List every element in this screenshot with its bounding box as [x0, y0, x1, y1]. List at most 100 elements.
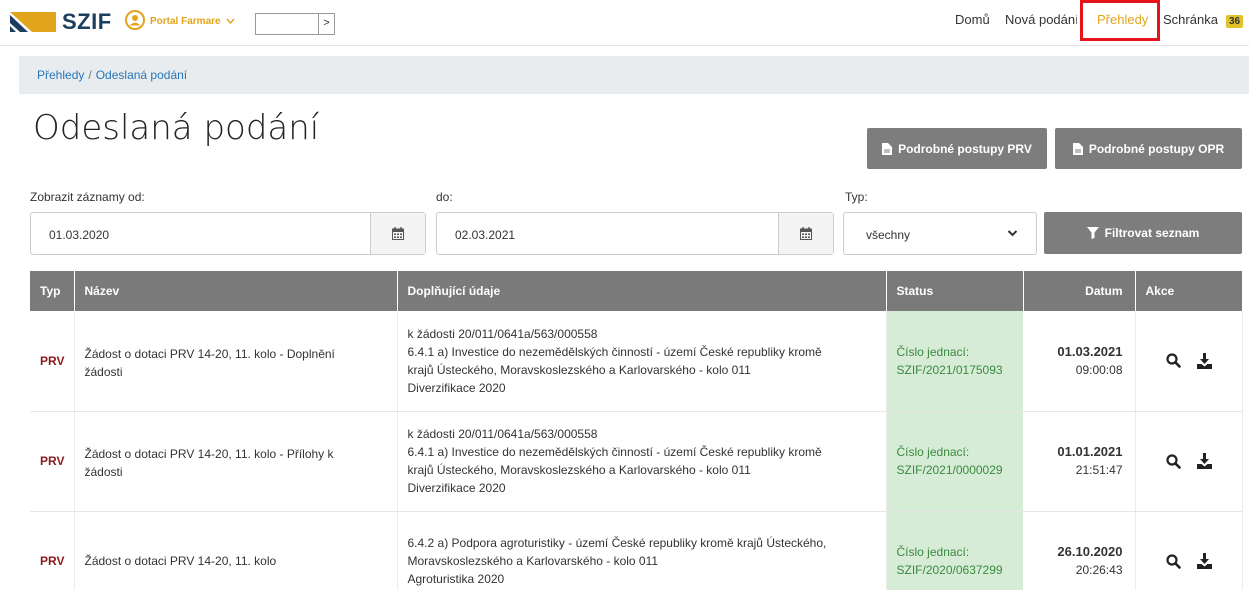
inbox-count-badge: 36 — [1226, 15, 1244, 28]
search-icon[interactable] — [1165, 553, 1181, 569]
row-type: PRV — [30, 311, 75, 412]
nav-new-submission[interactable]: Nová podání — [1005, 12, 1077, 27]
row-date-value: 01.03.2021 — [1057, 343, 1123, 359]
row-status: Číslo jednací: SZIF/2020/0637299 — [886, 511, 1024, 590]
row-date: 01.03.2021 09:00:08 — [1023, 311, 1136, 412]
to-date-field[interactable]: 02.03.2021 — [436, 212, 834, 255]
download-icon[interactable] — [1196, 553, 1212, 569]
search-icon[interactable] — [1165, 453, 1181, 469]
row-detail-line: Agroturistika 2020 — [407, 572, 505, 586]
row-status-value: SZIF/2020/0637299 — [896, 563, 1003, 577]
breadcrumb-current[interactable]: Odeslaná podání — [96, 68, 187, 82]
chevron-down-icon — [226, 18, 235, 24]
row-date: 01.01.2021 21:51:47 — [1023, 411, 1136, 512]
row-time-value: 09:00:08 — [1075, 362, 1123, 377]
quick-search-input[interactable] — [256, 14, 318, 34]
row-date-value: 01.01.2021 — [1057, 444, 1123, 459]
table-row: PRV Žádost o dotaci PRV 14-20, 11. kolo … — [30, 311, 1243, 412]
column-header-name[interactable]: Název — [74, 271, 398, 311]
filter-list-button[interactable]: Filtrovat seznam — [1044, 212, 1242, 254]
opr-procedures-label: Podrobné postupy OPR — [1088, 141, 1225, 156]
portal-label: Portal Farmare — [150, 16, 221, 27]
table-row: PRV Žádost o dotaci PRV 14-20, 11. kolo … — [30, 511, 1243, 590]
row-time-value: 20:26:43 — [1075, 563, 1123, 577]
row-detail-line: k žádosti 20/011/0641a/563/000558 — [407, 326, 598, 341]
from-label: Zobrazit záznamy od: — [30, 190, 145, 204]
download-icon[interactable] — [1196, 453, 1212, 469]
row-name: Žádost o dotaci PRV 14-20, 11. kolo — [74, 511, 398, 590]
row-status: Číslo jednací: SZIF/2021/0000029 — [886, 411, 1024, 512]
row-name: Žádost o dotaci PRV 14-20, 11. kolo - Př… — [74, 411, 398, 512]
row-date: 26.10.2020 20:26:43 — [1023, 511, 1136, 590]
row-name-line: žádosti — [84, 465, 123, 479]
nav-overviews-highlight — [1080, 0, 1160, 41]
row-status-value: SZIF/2021/0175093 — [896, 362, 1003, 377]
row-name-line: Žádost o dotaci PRV 14-20, 11. kolo — [84, 554, 277, 568]
breadcrumb-link-overviews[interactable]: Přehledy — [37, 68, 84, 82]
from-date-field[interactable]: 01.03.2020 — [30, 212, 426, 255]
calendar-icon — [800, 227, 812, 240]
row-actions — [1135, 411, 1243, 512]
column-header-date[interactable]: Datum — [1023, 271, 1136, 311]
row-detail-line: Moravskoslezského a Karlovarského - kolo… — [407, 554, 659, 568]
row-detail-line: 6.4.1 a) Investice do nezemědělských čin… — [407, 344, 822, 359]
from-date-value[interactable]: 01.03.2020 — [49, 228, 109, 242]
type-label: Typ: — [845, 190, 868, 204]
prv-procedures-label: Podrobné postupy PRV — [898, 141, 1032, 156]
row-type: PRV — [30, 511, 75, 590]
row-detail-line: 6.4.2 a) Podpora agroturistiky - území Č… — [407, 536, 827, 550]
page-title: Odeslaná podání — [33, 108, 320, 148]
document-icon — [882, 142, 893, 155]
search-icon[interactable] — [1165, 353, 1181, 369]
row-status-label: Číslo jednací: — [896, 545, 970, 559]
row-detail-line: Diverzifikace 2020 — [407, 481, 506, 495]
row-name: Žádost o dotaci PRV 14-20, 11. kolo - Do… — [74, 311, 398, 412]
row-details: 6.4.2 a) Podpora agroturistiky - území Č… — [397, 511, 887, 590]
quick-search-box: > — [255, 13, 335, 35]
row-status-value: SZIF/2021/0000029 — [896, 463, 1003, 477]
prv-procedures-button[interactable]: Podrobné postupy PRV — [867, 128, 1047, 169]
chevron-down-icon — [1007, 230, 1018, 237]
column-header-status[interactable]: Status — [886, 271, 1024, 311]
from-date-calendar-button[interactable] — [370, 213, 425, 254]
row-details: k žádosti 20/011/0641a/563/000558 6.4.1 … — [397, 311, 887, 412]
row-name-line: žádosti — [84, 364, 123, 379]
user-icon — [125, 10, 145, 30]
breadcrumb-separator: / — [88, 68, 92, 82]
breadcrumb: Přehledy / Odeslaná podání — [19, 56, 1249, 94]
row-detail-line: krajů Ústeckého, Moravskoslezského a Kar… — [407, 362, 751, 377]
table-header-row: Typ Název Doplňující údaje Status Datum … — [30, 271, 1243, 311]
quick-search-go-button[interactable]: > — [318, 14, 334, 34]
opr-procedures-button[interactable]: Podrobné postupy OPR — [1055, 128, 1242, 169]
row-name-line: Žádost o dotaci PRV 14-20, 11. kolo - Do… — [84, 346, 335, 361]
download-icon[interactable] — [1196, 352, 1212, 369]
to-date-value[interactable]: 02.03.2021 — [455, 228, 515, 242]
row-detail-line: 6.4.1 a) Investice do nezemědělských čin… — [407, 445, 822, 459]
row-detail-line: Diverzifikace 2020 — [407, 380, 506, 395]
nav-inbox[interactable]: Schránka — [1163, 12, 1218, 27]
calendar-icon — [392, 227, 404, 240]
table-row: PRV Žádost o dotaci PRV 14-20, 11. kolo … — [30, 411, 1243, 512]
filter-icon — [1086, 227, 1099, 239]
column-header-details[interactable]: Doplňující údaje — [397, 271, 887, 311]
type-select[interactable]: všechny — [843, 212, 1037, 255]
to-date-calendar-button[interactable] — [778, 213, 833, 254]
portal-menu[interactable]: Portal Farmare — [125, 10, 235, 30]
row-status-label: Číslo jednací: — [896, 445, 970, 459]
row-name-line: Žádost o dotaci PRV 14-20, 11. kolo - Př… — [84, 447, 334, 461]
top-bar: SZIF Portal Farmare > Domů Nová podání P… — [0, 0, 1249, 46]
row-actions — [1135, 311, 1243, 412]
row-status-label: Číslo jednací: — [896, 344, 970, 359]
filter-list-label: Filtrovat seznam — [1104, 226, 1200, 240]
row-time-value: 21:51:47 — [1075, 463, 1123, 477]
nav-home[interactable]: Domů — [955, 12, 990, 27]
column-header-actions: Akce — [1135, 271, 1243, 311]
document-icon — [1072, 142, 1083, 155]
row-details: k žádosti 20/011/0641a/563/000558 6.4.1 … — [397, 411, 887, 512]
submissions-table: Typ Název Doplňující údaje Status Datum … — [30, 271, 1243, 590]
logo-text[interactable]: SZIF — [62, 9, 112, 35]
szif-logo-icon[interactable] — [10, 12, 56, 32]
row-status: Číslo jednací: SZIF/2021/0175093 — [886, 311, 1024, 412]
column-header-type[interactable]: Typ — [30, 271, 75, 311]
type-select-value: všechny — [866, 228, 911, 242]
